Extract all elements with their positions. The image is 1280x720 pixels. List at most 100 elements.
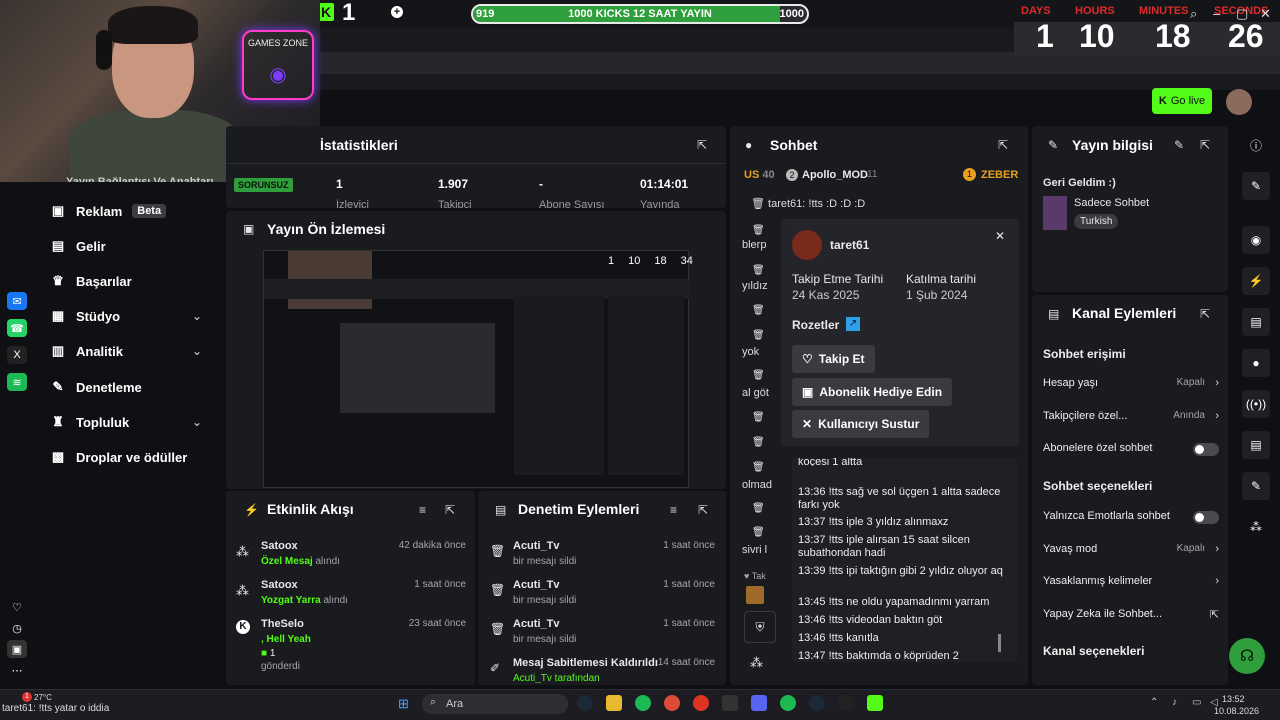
chevron-up-icon[interactable]: ⌃ [1150, 697, 1158, 708]
heart-icon[interactable]: ♡ [7, 598, 27, 616]
trash-icon[interactable]: 🗑 [752, 527, 765, 538]
filter-icon[interactable]: ≡ [419, 503, 426, 517]
popout-icon[interactable]: ⇱ [998, 138, 1008, 152]
chat-top-user[interactable]: Apollo_MOD [802, 169, 868, 181]
discord-icon[interactable] [751, 695, 767, 711]
weather-temp[interactable]: 27°C [34, 693, 52, 702]
mod-user[interactable]: Acuti_Tv [513, 618, 559, 630]
clock-time[interactable]: 13:52 [1222, 694, 1245, 704]
popout-icon[interactable]: ⇱ [698, 503, 708, 517]
filter-icon[interactable]: ≡ [670, 503, 677, 517]
share-icon[interactable]: ⁂ [750, 655, 763, 671]
follow-button[interactable]: ♡ Takip Et [792, 345, 875, 373]
gift-icon[interactable]: ▣ [7, 640, 27, 658]
mute-user-button[interactable]: ✕ Kullanıcıyı Sustur [792, 410, 930, 438]
gift-sub-button[interactable]: ▣ Abonelik Hediye Edin [792, 378, 953, 406]
share-icon[interactable]: ⁂ [1242, 513, 1270, 541]
tag-badge[interactable]: Turkish [1074, 214, 1119, 229]
opera-icon[interactable] [693, 695, 709, 711]
info-icon[interactable]: ⓘ [1242, 131, 1270, 159]
wrench-icon[interactable]: ✎ [1242, 472, 1270, 500]
banned-words-row[interactable]: Yasaklanmış kelimeler › [1043, 575, 1219, 587]
clock-icon[interactable]: ◷ [7, 619, 27, 637]
popout-icon[interactable]: ⇱ [1200, 307, 1210, 321]
shield-icon[interactable]: ⛨ [744, 611, 776, 643]
scrollbar[interactable] [998, 634, 1001, 652]
spotify-icon[interactable]: ≋ [7, 373, 27, 391]
bolt-icon[interactable]: ⚡ [1242, 267, 1270, 295]
trash-icon[interactable]: 🗑 [752, 370, 765, 381]
support-headset-icon[interactable]: ☊ [1229, 638, 1265, 674]
chevron-down-icon[interactable]: ⌄ [192, 309, 202, 323]
sidebar-item-analitik[interactable]: ▥ Analitik [50, 340, 123, 362]
trash-icon[interactable]: 🗑 [752, 225, 765, 236]
kick-icon[interactable] [867, 695, 883, 711]
sidebar-item-denetleme[interactable]: ✎ Denetleme [50, 376, 142, 398]
steam-icon[interactable] [809, 695, 825, 711]
taskbar-search[interactable]: Ara [422, 694, 568, 714]
search-icon[interactable]: ⌕ [1190, 6, 1197, 22]
close-icon[interactable]: ✕ [995, 229, 1005, 243]
slow-mode-row[interactable]: Yavaş mod Kapalı › [1043, 543, 1219, 555]
trash-icon[interactable]: 🗑 [752, 462, 765, 473]
emote-only-row[interactable]: Yalnızca Emotlarla sohbet [1043, 510, 1219, 524]
more-icon[interactable]: ⋯ [7, 661, 27, 679]
popout-icon[interactable]: ⇱ [445, 503, 455, 517]
popup-username[interactable]: taret61 [830, 238, 869, 252]
network-icon[interactable]: ▭ [1192, 697, 1201, 708]
steam-icon[interactable] [577, 695, 593, 711]
clock-date[interactable]: 10.08.2026 [1214, 706, 1259, 716]
document-icon[interactable]: ▤ [1242, 308, 1270, 336]
chevron-down-icon[interactable]: ⌄ [192, 415, 202, 429]
mic-icon[interactable]: ♪ [1172, 697, 1177, 708]
windows-start-icon[interactable]: ⊞ [398, 696, 409, 712]
emote-only-toggle[interactable] [1193, 511, 1219, 524]
app-icon[interactable] [838, 695, 854, 711]
followers-only-row[interactable]: Takipçilere özel... Anında › [1043, 410, 1219, 422]
trash-icon[interactable]: 🗑 [752, 412, 765, 423]
trash-icon[interactable]: 🗑 [752, 305, 765, 316]
avatar[interactable] [1226, 89, 1252, 115]
mod-user[interactable]: Acuti_Tv [513, 540, 559, 552]
trash-icon[interactable]: 🗑 [751, 198, 765, 210]
activity-user[interactable]: Satoox [261, 579, 298, 591]
go-live-button[interactable]: K Go live [1152, 88, 1212, 114]
activity-user[interactable]: TheSelo [261, 618, 304, 630]
minimize-icon[interactable]: – [1213, 6, 1220, 21]
broadcast-icon[interactable]: ((•)) [1242, 390, 1270, 418]
sidebar-item-reklam[interactable]: ▣ Reklam Beta [50, 200, 167, 222]
stream-preview[interactable]: 1 10 18 34 [263, 250, 693, 488]
trash-icon[interactable]: 🗑 [752, 437, 765, 448]
sidebar-item-droplar[interactable]: ▩ Droplar ve ödüller [50, 446, 187, 468]
whatsapp-icon[interactable]: ☎ [7, 319, 27, 337]
subs-only-row[interactable]: Abonelere özel sohbet [1043, 442, 1219, 456]
epic-games-icon[interactable] [722, 695, 738, 711]
maximize-icon[interactable]: ▢ [1236, 6, 1248, 22]
sidebar-item-gelir[interactable]: ▤ Gelir [50, 235, 106, 257]
spotify-icon[interactable] [635, 695, 651, 711]
mod-user[interactable]: Acuti_Tv [513, 579, 559, 591]
spotify-icon[interactable] [780, 695, 796, 711]
popout-icon[interactable]: ⇱ [697, 138, 707, 152]
x-icon[interactable]: X [7, 346, 27, 364]
messenger-icon[interactable]: ✉ [7, 292, 27, 310]
mod-user[interactable]: Mesaj Sabitlemesi Kaldırıldı [513, 657, 658, 669]
sidebar-item-stream-key[interactable]: Yayın Bağlantısı Ve Anahtarı [66, 168, 226, 182]
list-icon[interactable]: ▤ [1242, 431, 1270, 459]
edit-icon[interactable]: ✎ [1242, 172, 1270, 200]
sidebar-item-basarilar[interactable]: ♛ Başarılar [50, 270, 131, 292]
account-age-row[interactable]: Hesap yaşı Kapalı › [1043, 377, 1219, 389]
sidebar-item-topluluk[interactable]: ♜ Topluluk [50, 411, 129, 433]
close-window-icon[interactable]: ✕ [1260, 6, 1271, 22]
chat-bubble-icon[interactable]: ● [1242, 349, 1270, 377]
chevron-down-icon[interactable]: ⌄ [192, 344, 202, 358]
folder-icon[interactable] [606, 695, 622, 711]
chrome-icon[interactable] [664, 695, 680, 711]
subs-only-toggle[interactable] [1193, 443, 1219, 456]
sidebar-item-studyo[interactable]: ▦ Stüdyo [50, 305, 120, 327]
trash-icon[interactable]: 🗑 [752, 330, 765, 341]
camera-icon[interactable]: ◉ [1242, 226, 1270, 254]
activity-user[interactable]: Satoox [261, 540, 298, 552]
trash-icon[interactable]: 🗑 [752, 265, 765, 276]
trash-icon[interactable]: 🗑 [752, 503, 765, 514]
